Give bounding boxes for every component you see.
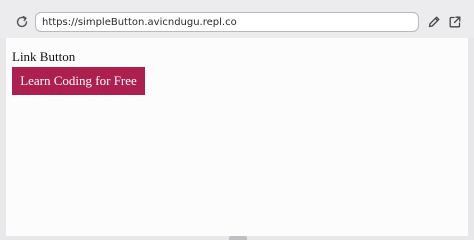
page-heading: Link Button	[12, 49, 76, 64]
browser-toolbar: https://simpleButton.avicndugu.repl.co	[0, 0, 474, 38]
learn-coding-link-button[interactable]: Learn Coding for Free	[12, 67, 145, 95]
page-viewport: Link Button Learn Coding for Free	[6, 38, 468, 236]
pencil-icon[interactable]	[424, 12, 444, 32]
resize-handle[interactable]	[229, 236, 247, 240]
reload-icon[interactable]	[12, 12, 32, 32]
url-text[interactable]: https://simpleButton.avicndugu.repl.co	[42, 17, 237, 28]
address-bar[interactable]: https://simpleButton.avicndugu.repl.co	[35, 12, 419, 32]
open-in-new-tab-icon[interactable]	[445, 12, 465, 32]
